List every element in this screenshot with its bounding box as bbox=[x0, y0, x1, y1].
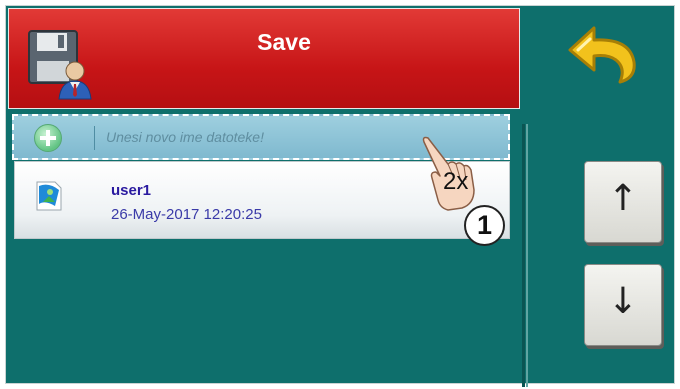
new-file-placeholder: Unesi novo ime datoteke! bbox=[106, 129, 264, 145]
file-date: 26-May-2017 12:20:25 bbox=[111, 206, 262, 223]
arrow-up-icon: ↑ bbox=[607, 178, 639, 219]
device-screen: Save Unesi novo ime datoteke! user1 26-M… bbox=[5, 5, 675, 387]
back-arrow-icon[interactable] bbox=[560, 20, 642, 86]
tap-count-label: 2x bbox=[443, 168, 469, 195]
scroll-up-button[interactable]: ↑ bbox=[584, 161, 662, 243]
scroll-down-button[interactable]: ↓ bbox=[584, 264, 662, 346]
step-number-badge: 1 bbox=[464, 205, 505, 246]
file-name: user1 bbox=[111, 182, 152, 199]
row-divider bbox=[94, 126, 95, 150]
arrow-down-icon: ↓ bbox=[607, 281, 639, 322]
panel-divider-highlight bbox=[526, 124, 528, 387]
page-title: Save bbox=[257, 29, 311, 55]
panel-divider bbox=[522, 124, 525, 387]
plus-circle-icon[interactable] bbox=[34, 124, 62, 152]
user-file-icon bbox=[36, 181, 62, 211]
header-bar: Save bbox=[8, 8, 520, 109]
